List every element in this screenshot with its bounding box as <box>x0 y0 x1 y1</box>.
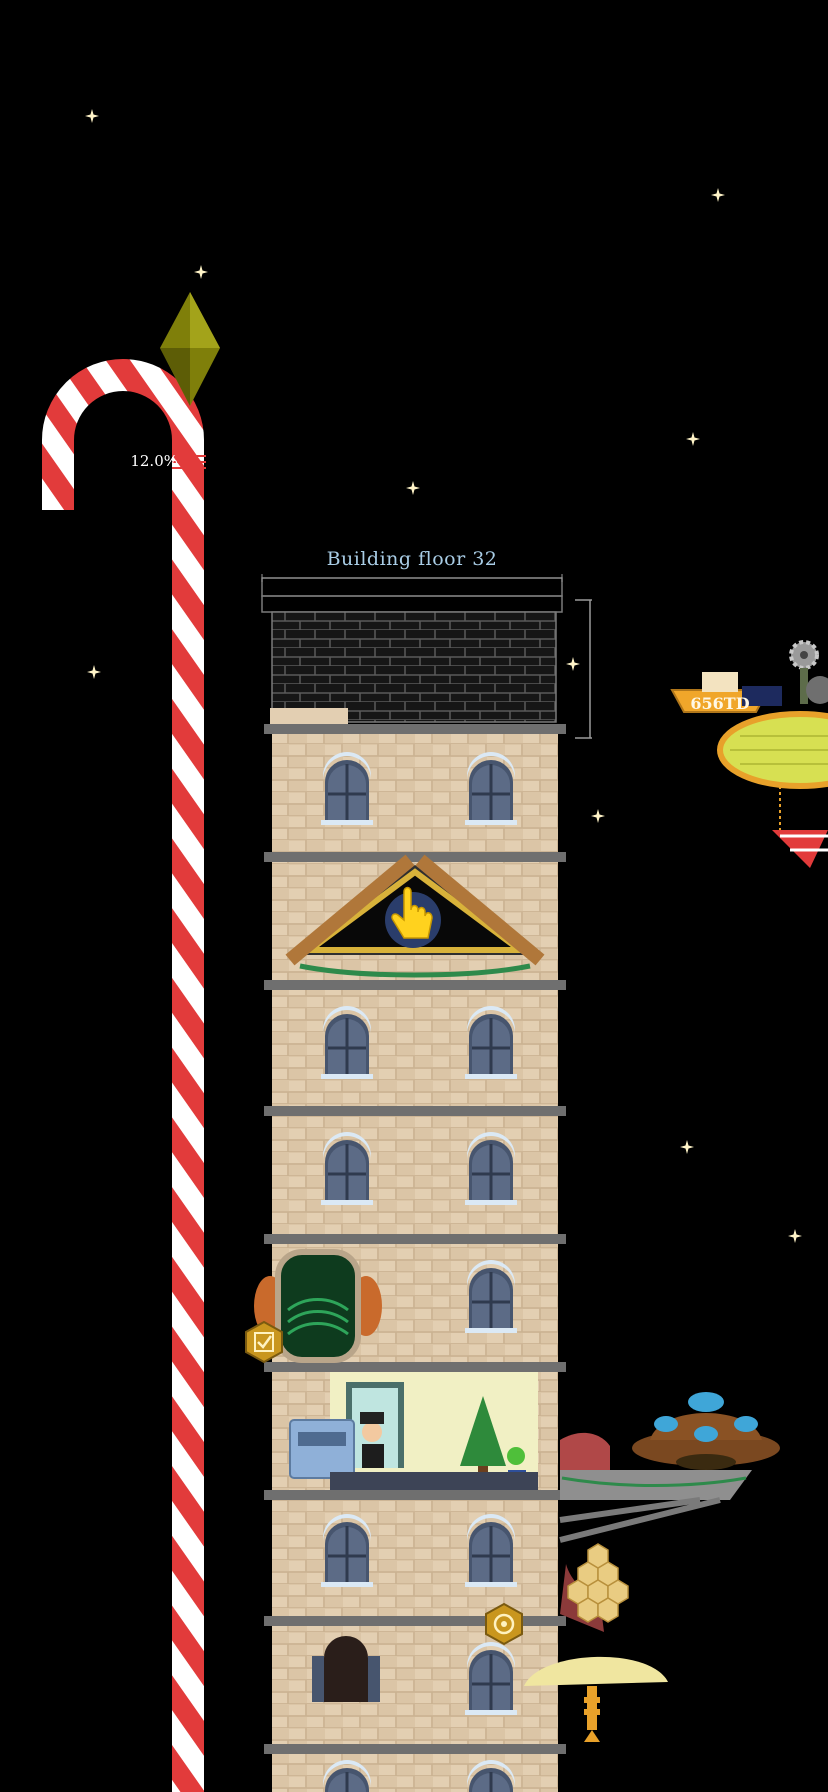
building-floor-label: Building floor 32 <box>326 548 498 570</box>
airship-price-label: 656TD <box>690 694 750 713</box>
airship[interactable] <box>670 640 828 868</box>
target-hex-badge-icon[interactable] <box>485 1602 523 1646</box>
ufo[interactable] <box>632 1392 780 1470</box>
checkmark-hex-badge-icon[interactable] <box>245 1320 283 1364</box>
floor-under-construction <box>261 574 592 739</box>
progress-percent-label: 12.0% <box>130 452 178 470</box>
honeycomb-decoration <box>560 1543 629 1632</box>
candy-cane-progress <box>42 359 206 1792</box>
game-scene <box>42 292 828 1792</box>
